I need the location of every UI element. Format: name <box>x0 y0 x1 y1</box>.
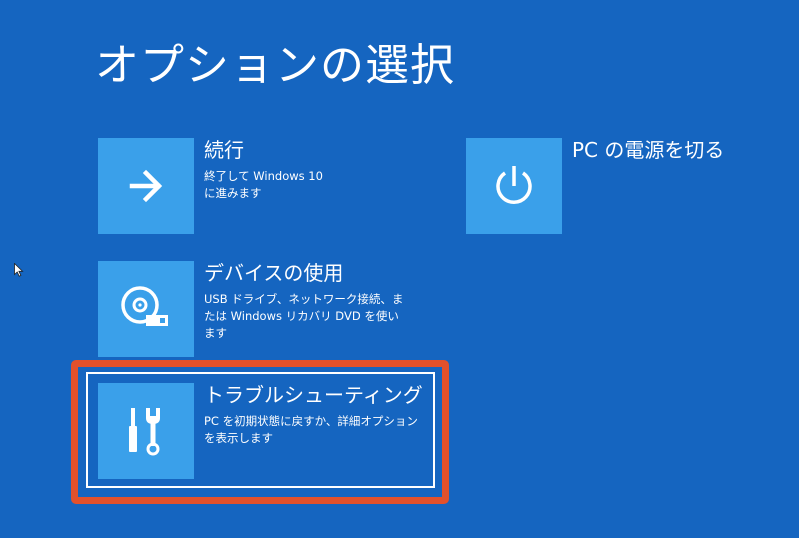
arrow-right-icon <box>129 169 163 203</box>
continue-description: 終了して Windows 10 に進みます <box>204 169 323 200</box>
power-off-tile[interactable] <box>466 138 562 234</box>
tools-icon <box>129 408 160 456</box>
page-title: オプションの選択 <box>95 40 455 91</box>
power-icon <box>496 166 532 204</box>
use-device-option[interactable]: デバイスの使用 USB ドライブ、ネットワーク接続、または Windows リカ… <box>98 261 438 359</box>
power-off-title: PC の電源を切る <box>572 138 725 162</box>
power-off-option[interactable]: PC の電源を切る <box>466 138 756 236</box>
use-device-description: USB ドライブ、ネットワーク接続、または Windows リカバリ DVD を… <box>204 292 404 340</box>
mouse-cursor-icon <box>14 263 24 277</box>
troubleshoot-title: トラブルシューティング <box>204 383 423 407</box>
continue-title: 続行 <box>204 138 244 162</box>
use-device-title: デバイスの使用 <box>204 261 344 285</box>
troubleshoot-description: PC を初期状態に戻すか、詳細オプションを表示します <box>204 414 418 445</box>
disc-drive-icon <box>121 286 168 326</box>
continue-option[interactable]: 続行 終了して Windows 10 に進みます <box>98 138 438 236</box>
continue-tile[interactable] <box>98 138 194 234</box>
troubleshoot-option[interactable]: トラブルシューティング PC を初期状態に戻すか、詳細オプションを表示します <box>98 383 438 481</box>
use-device-tile[interactable] <box>98 261 194 357</box>
troubleshoot-tile[interactable] <box>98 383 194 479</box>
